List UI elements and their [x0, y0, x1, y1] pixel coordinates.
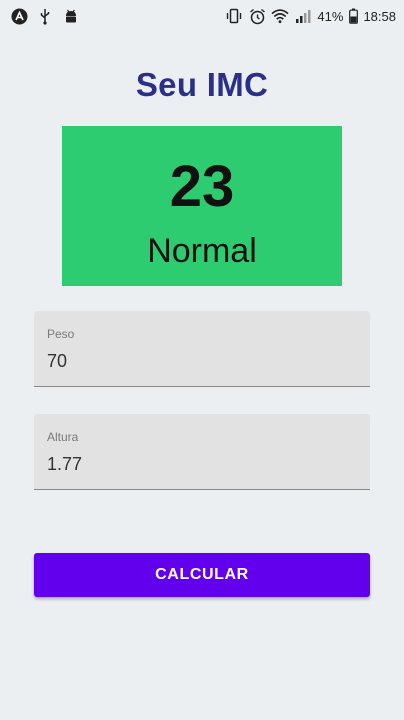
wifi-icon: [271, 7, 290, 25]
vibrate-icon: [225, 7, 243, 25]
clock: 18:58: [363, 8, 396, 24]
bmi-result-card: 23 Normal: [62, 126, 342, 286]
usb-icon: [36, 7, 54, 25]
weight-field[interactable]: Peso: [34, 311, 370, 387]
height-field[interactable]: Altura: [34, 414, 370, 490]
battery-percent: 41%: [317, 8, 344, 24]
status-left-icons: [10, 7, 80, 25]
height-field-label: Altura: [47, 430, 79, 444]
android-debug-icon: [62, 7, 80, 25]
signal-icon: [294, 7, 312, 25]
battery-icon: [348, 7, 358, 25]
app-logo-icon: [10, 7, 28, 25]
status-right-icons: 41% 18:58: [225, 7, 396, 25]
weight-field-label: Peso: [47, 327, 75, 341]
page-title: Seu IMC: [135, 66, 269, 103]
weight-input[interactable]: [47, 351, 347, 372]
bmi-value: 23: [169, 154, 235, 219]
status-bar: 41% 18:58: [0, 0, 404, 32]
bmi-category: Normal: [147, 232, 257, 270]
alarm-icon: [248, 7, 266, 25]
height-input[interactable]: [47, 454, 347, 475]
calculate-button[interactable]: CALCULAR: [34, 553, 370, 597]
